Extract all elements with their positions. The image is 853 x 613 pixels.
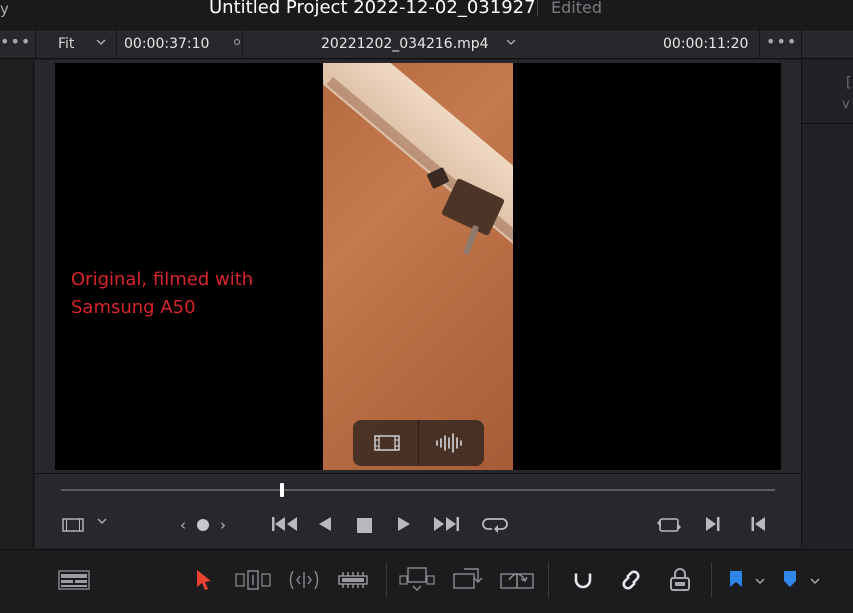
- insert-clip-icon[interactable]: [399, 566, 435, 598]
- position-lock-icon[interactable]: [668, 567, 692, 597]
- playhead[interactable]: [280, 483, 284, 497]
- chevron-down-icon[interactable]: [96, 515, 108, 531]
- source-timecode: 00:00:37:10: [124, 36, 210, 52]
- transport-bar: [35, 473, 801, 548]
- linked-selection-icon[interactable]: [618, 568, 644, 596]
- toolbar-divider: [386, 562, 387, 598]
- clip-timecode: 00:00:11:20: [663, 36, 749, 52]
- audio-only-icon[interactable]: [435, 433, 465, 457]
- viewer-options-button[interactable]: •••: [766, 32, 797, 51]
- clip-drag-overlay: [353, 420, 484, 466]
- project-title: Untitled Project 2022-12-02_031927: [209, 0, 536, 18]
- chevron-down-icon[interactable]: [754, 572, 766, 591]
- video-frame: [323, 63, 513, 470]
- play-icon[interactable]: [397, 516, 411, 536]
- right-panel-label: [: [846, 75, 852, 91]
- jog-prev-button[interactable]: ‹: [180, 516, 186, 534]
- chevron-down-icon[interactable]: [505, 36, 517, 52]
- reverse-play-icon[interactable]: [318, 516, 332, 536]
- caption-line: Samsung A50: [71, 297, 196, 318]
- first-frame-icon[interactable]: [271, 516, 299, 536]
- video-only-icon[interactable]: [374, 435, 400, 455]
- left-panel-edge: [0, 60, 34, 548]
- header-divider: [759, 30, 760, 59]
- left-panel-options-button[interactable]: •••: [0, 32, 31, 51]
- viewer-mode-icon[interactable]: [62, 517, 84, 536]
- caption-line: Original, filmed with: [71, 269, 254, 290]
- title-bar: y Untitled Project 2022-12-02_031927 Edi…: [0, 0, 853, 28]
- stop-icon[interactable]: [357, 518, 372, 533]
- trim-edit-icon[interactable]: [235, 569, 271, 595]
- title-divider: [537, 0, 538, 16]
- toolbar-divider: [548, 562, 549, 598]
- selection-arrow-icon[interactable]: [195, 569, 213, 595]
- header-divider: [242, 30, 243, 59]
- blade-icon[interactable]: [338, 570, 368, 594]
- door-lock-knob: [463, 224, 479, 256]
- overlay-divider: [418, 420, 419, 466]
- dynamic-trim-icon[interactable]: [287, 569, 321, 595]
- jog-wheel-icon[interactable]: [197, 519, 209, 531]
- title-bar-left-label: y: [0, 0, 9, 18]
- header-divider: [35, 30, 36, 59]
- right-panel-label: v: [842, 97, 850, 112]
- mark-in-icon[interactable]: [705, 516, 721, 536]
- replace-clip-icon[interactable]: [499, 566, 535, 598]
- record-indicator-icon: [233, 36, 241, 49]
- mark-out-icon[interactable]: [750, 516, 766, 536]
- last-frame-icon[interactable]: [432, 516, 460, 536]
- chevron-down-icon[interactable]: [95, 36, 107, 52]
- loop-icon[interactable]: [481, 514, 509, 538]
- jog-next-button[interactable]: ›: [220, 516, 226, 534]
- right-panel-header: [802, 60, 853, 124]
- timeline-view-icon[interactable]: [58, 570, 90, 594]
- right-panel: [ v: [801, 60, 853, 548]
- header-divider: [116, 30, 117, 59]
- clip-name-dropdown[interactable]: 20221202_034216.mp4: [321, 36, 489, 52]
- header-divider: [801, 30, 802, 59]
- match-frame-icon[interactable]: [656, 515, 682, 539]
- marker-icon[interactable]: [782, 569, 798, 593]
- viewer-header: ••• Fit 00:00:37:10 20221202_034216.mp4 …: [0, 29, 853, 59]
- video-caption: Original, filmed with Samsung A50: [71, 266, 253, 322]
- flag-icon[interactable]: [728, 569, 744, 593]
- snapping-icon[interactable]: [570, 568, 596, 596]
- overwrite-clip-icon[interactable]: [452, 566, 484, 598]
- edit-status-label: Edited: [551, 0, 602, 17]
- scrub-bar[interactable]: [61, 489, 775, 491]
- chevron-down-icon[interactable]: [809, 572, 821, 591]
- zoom-dropdown[interactable]: Fit: [58, 36, 74, 52]
- toolbar-divider: [711, 562, 712, 598]
